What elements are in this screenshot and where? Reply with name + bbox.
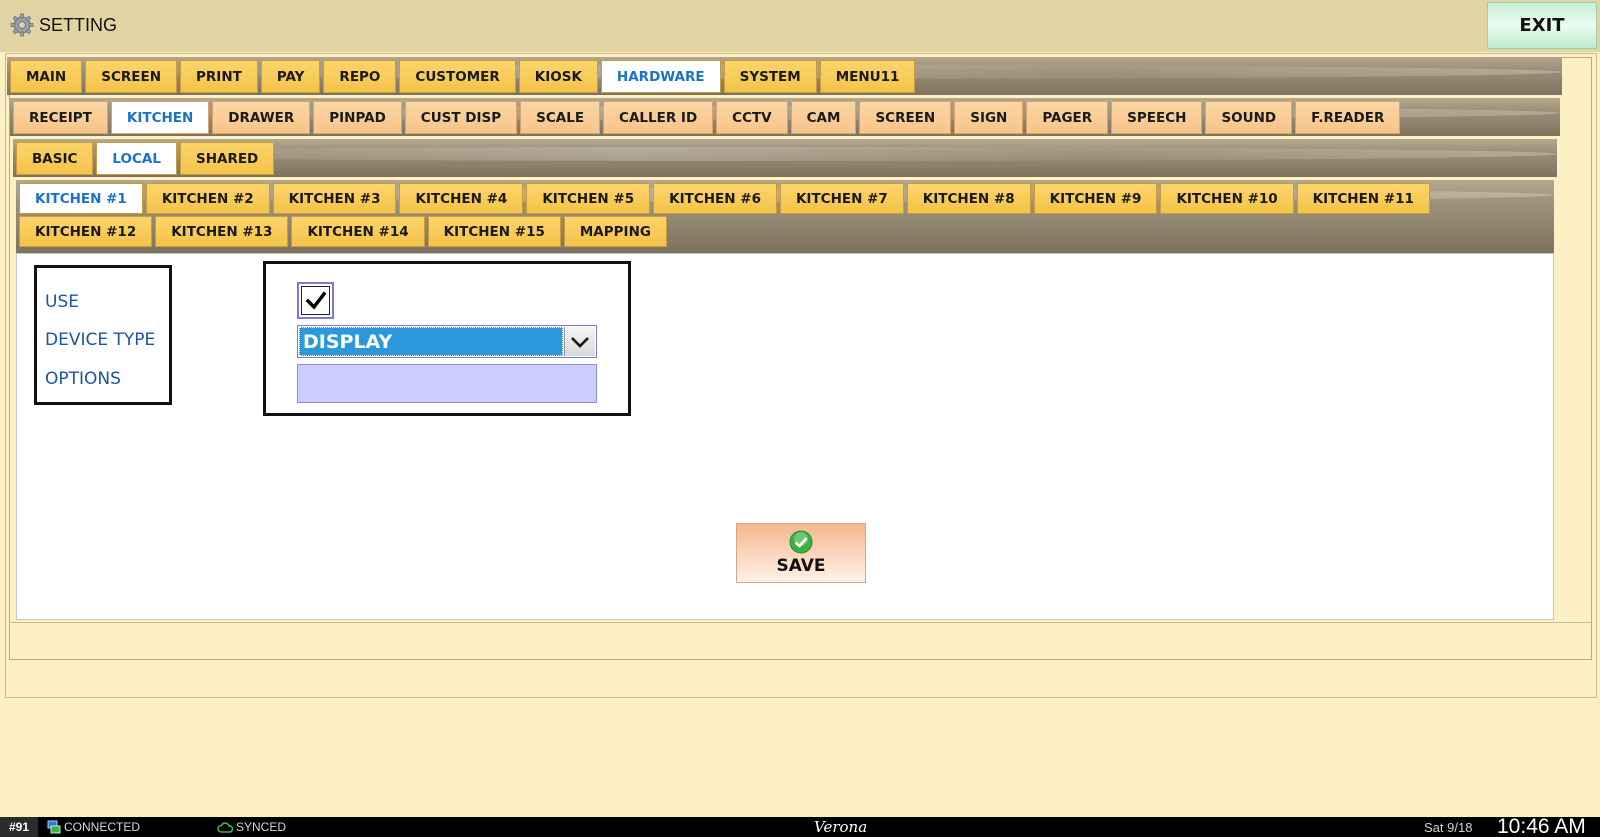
- tab-print[interactable]: PRINT: [180, 60, 258, 93]
- hardware-tab-f-reader[interactable]: F.READER: [1295, 101, 1401, 134]
- status-clock: 10:46 AM: [1497, 815, 1586, 837]
- kitchen-tab-kitchen-6[interactable]: KITCHEN #6: [653, 183, 777, 214]
- options-input[interactable]: [297, 364, 597, 403]
- hardware-tab-kitchen[interactable]: KITCHEN: [110, 101, 210, 134]
- kitchen-tab-mapping[interactable]: MAPPING: [563, 216, 667, 247]
- window-title: SETTING: [39, 15, 118, 35]
- gear-icon: [10, 13, 34, 37]
- kitchen-tab-kitchen-14[interactable]: KITCHEN #14: [291, 216, 425, 247]
- hardware-tab-sound[interactable]: SOUND: [1205, 101, 1293, 134]
- kitchen-tab-kitchen-13[interactable]: KITCHEN #13: [155, 216, 289, 247]
- hardware-tab-sign[interactable]: SIGN: [954, 101, 1024, 134]
- network-icon: [47, 820, 61, 834]
- hardware-tab-receipt[interactable]: RECEIPT: [13, 101, 108, 134]
- chevron-down-icon[interactable]: [564, 327, 595, 356]
- save-label: SAVE: [776, 556, 826, 576]
- tab-system[interactable]: SYSTEM: [723, 60, 817, 93]
- tab-main[interactable]: MAIN: [10, 60, 83, 93]
- title-bar: SETTING EXIT: [0, 0, 1600, 52]
- scope-tab-local[interactable]: LOCAL: [96, 142, 177, 175]
- hardware-tab-scale[interactable]: SCALE: [520, 101, 601, 134]
- tab-screen[interactable]: SCREEN: [85, 60, 177, 93]
- kitchen-tab-kitchen-1[interactable]: KITCHEN #1: [19, 183, 143, 214]
- device-type-select[interactable]: DISPLAY: [297, 325, 597, 358]
- scope-tab-basic[interactable]: BASIC: [16, 142, 94, 175]
- options-label: OPTIONS: [45, 369, 121, 389]
- device-type-value: DISPLAY: [299, 327, 563, 356]
- hardware-tab-cam[interactable]: CAM: [790, 101, 857, 134]
- bottom-band: [9, 622, 1592, 660]
- kitchen-tab-kitchen-11[interactable]: KITCHEN #11: [1296, 183, 1430, 214]
- connection-status: CONNECTED: [47, 820, 140, 834]
- tab-repo[interactable]: REPO: [323, 60, 397, 93]
- scope-tab-shared[interactable]: SHARED: [179, 142, 275, 175]
- field-labels-box: USE DEVICE TYPE OPTIONS: [34, 265, 172, 405]
- kitchen-tab-kitchen-4[interactable]: KITCHEN #4: [399, 183, 524, 214]
- exit-button[interactable]: EXIT: [1487, 2, 1597, 49]
- hardware-tab-cust-disp[interactable]: CUST DISP: [404, 101, 518, 134]
- hardware-tab-caller-id[interactable]: CALLER ID: [603, 101, 714, 134]
- device-type-label: DEVICE TYPE: [45, 330, 156, 350]
- kitchen-tab-strip: KITCHEN #1 KITCHEN #2 KITCHEN #3 KITCHEN #4…: [16, 180, 1554, 254]
- field-controls-box: DISPLAY: [263, 261, 631, 416]
- use-checkbox[interactable]: [297, 282, 334, 319]
- kitchen-tab-kitchen-9[interactable]: KITCHEN #9: [1033, 183, 1158, 214]
- save-button[interactable]: SAVE: [736, 523, 866, 583]
- use-checkbox-inner: [301, 286, 330, 315]
- station-number: #91: [0, 817, 38, 837]
- hardware-tab-strip: RECEIPT KITCHEN DRAWER PINPAD CUST DISP SCALE…: [10, 98, 1560, 136]
- checkmark-icon: [305, 291, 326, 310]
- kitchen-tab-kitchen-5[interactable]: KITCHEN #5: [526, 183, 651, 214]
- check-circle-icon: [789, 530, 813, 554]
- kitchen-tab-kitchen-15[interactable]: KITCHEN #15: [427, 216, 561, 247]
- tab-menu11[interactable]: MENU11: [819, 60, 916, 93]
- kitchen-tab-kitchen-8[interactable]: KITCHEN #8: [906, 183, 1031, 214]
- kitchen-tab-kitchen-2[interactable]: KITCHEN #2: [145, 183, 270, 214]
- tab-pay[interactable]: PAY: [260, 60, 321, 93]
- kitchen-tab-kitchen-10[interactable]: KITCHEN #10: [1160, 183, 1294, 214]
- hardware-tab-speech[interactable]: SPEECH: [1111, 101, 1203, 134]
- tab-kiosk[interactable]: KIOSK: [518, 60, 598, 93]
- kitchen-tab-kitchen-3[interactable]: KITCHEN #3: [272, 183, 397, 214]
- kitchen-tab-kitchen-7[interactable]: KITCHEN #7: [779, 183, 904, 214]
- tab-customer[interactable]: CUSTOMER: [399, 60, 516, 93]
- hardware-tab-screen[interactable]: SCREEN: [859, 101, 952, 134]
- sync-status: SYNCED: [217, 820, 286, 834]
- brand-name: Verona: [814, 818, 868, 836]
- tab-hardware[interactable]: HARDWARE: [600, 60, 721, 93]
- main-tab-strip: MAIN SCREEN PRINT PAY REPO CUSTOMER KIOSK HARDW…: [7, 57, 1562, 95]
- status-date: Sat 9/18: [1424, 820, 1473, 835]
- kitchen-tab-kitchen-12[interactable]: KITCHEN #12: [19, 216, 153, 247]
- cloud-icon: [217, 822, 233, 833]
- hardware-tab-drawer[interactable]: DRAWER: [212, 101, 311, 134]
- connection-text: CONNECTED: [64, 820, 141, 834]
- sync-text: SYNCED: [236, 820, 287, 834]
- scope-tab-strip: BASIC LOCAL SHARED: [13, 139, 1557, 177]
- hardware-tab-pinpad[interactable]: PINPAD: [313, 101, 402, 134]
- use-label: USE: [45, 292, 79, 312]
- hardware-tab-cctv[interactable]: CCTV: [716, 101, 788, 134]
- status-bar: #91 CONNECTED SYNCED Verona Sat 9/18 10:…: [0, 815, 1600, 837]
- hardware-tab-pager[interactable]: PAGER: [1026, 101, 1109, 134]
